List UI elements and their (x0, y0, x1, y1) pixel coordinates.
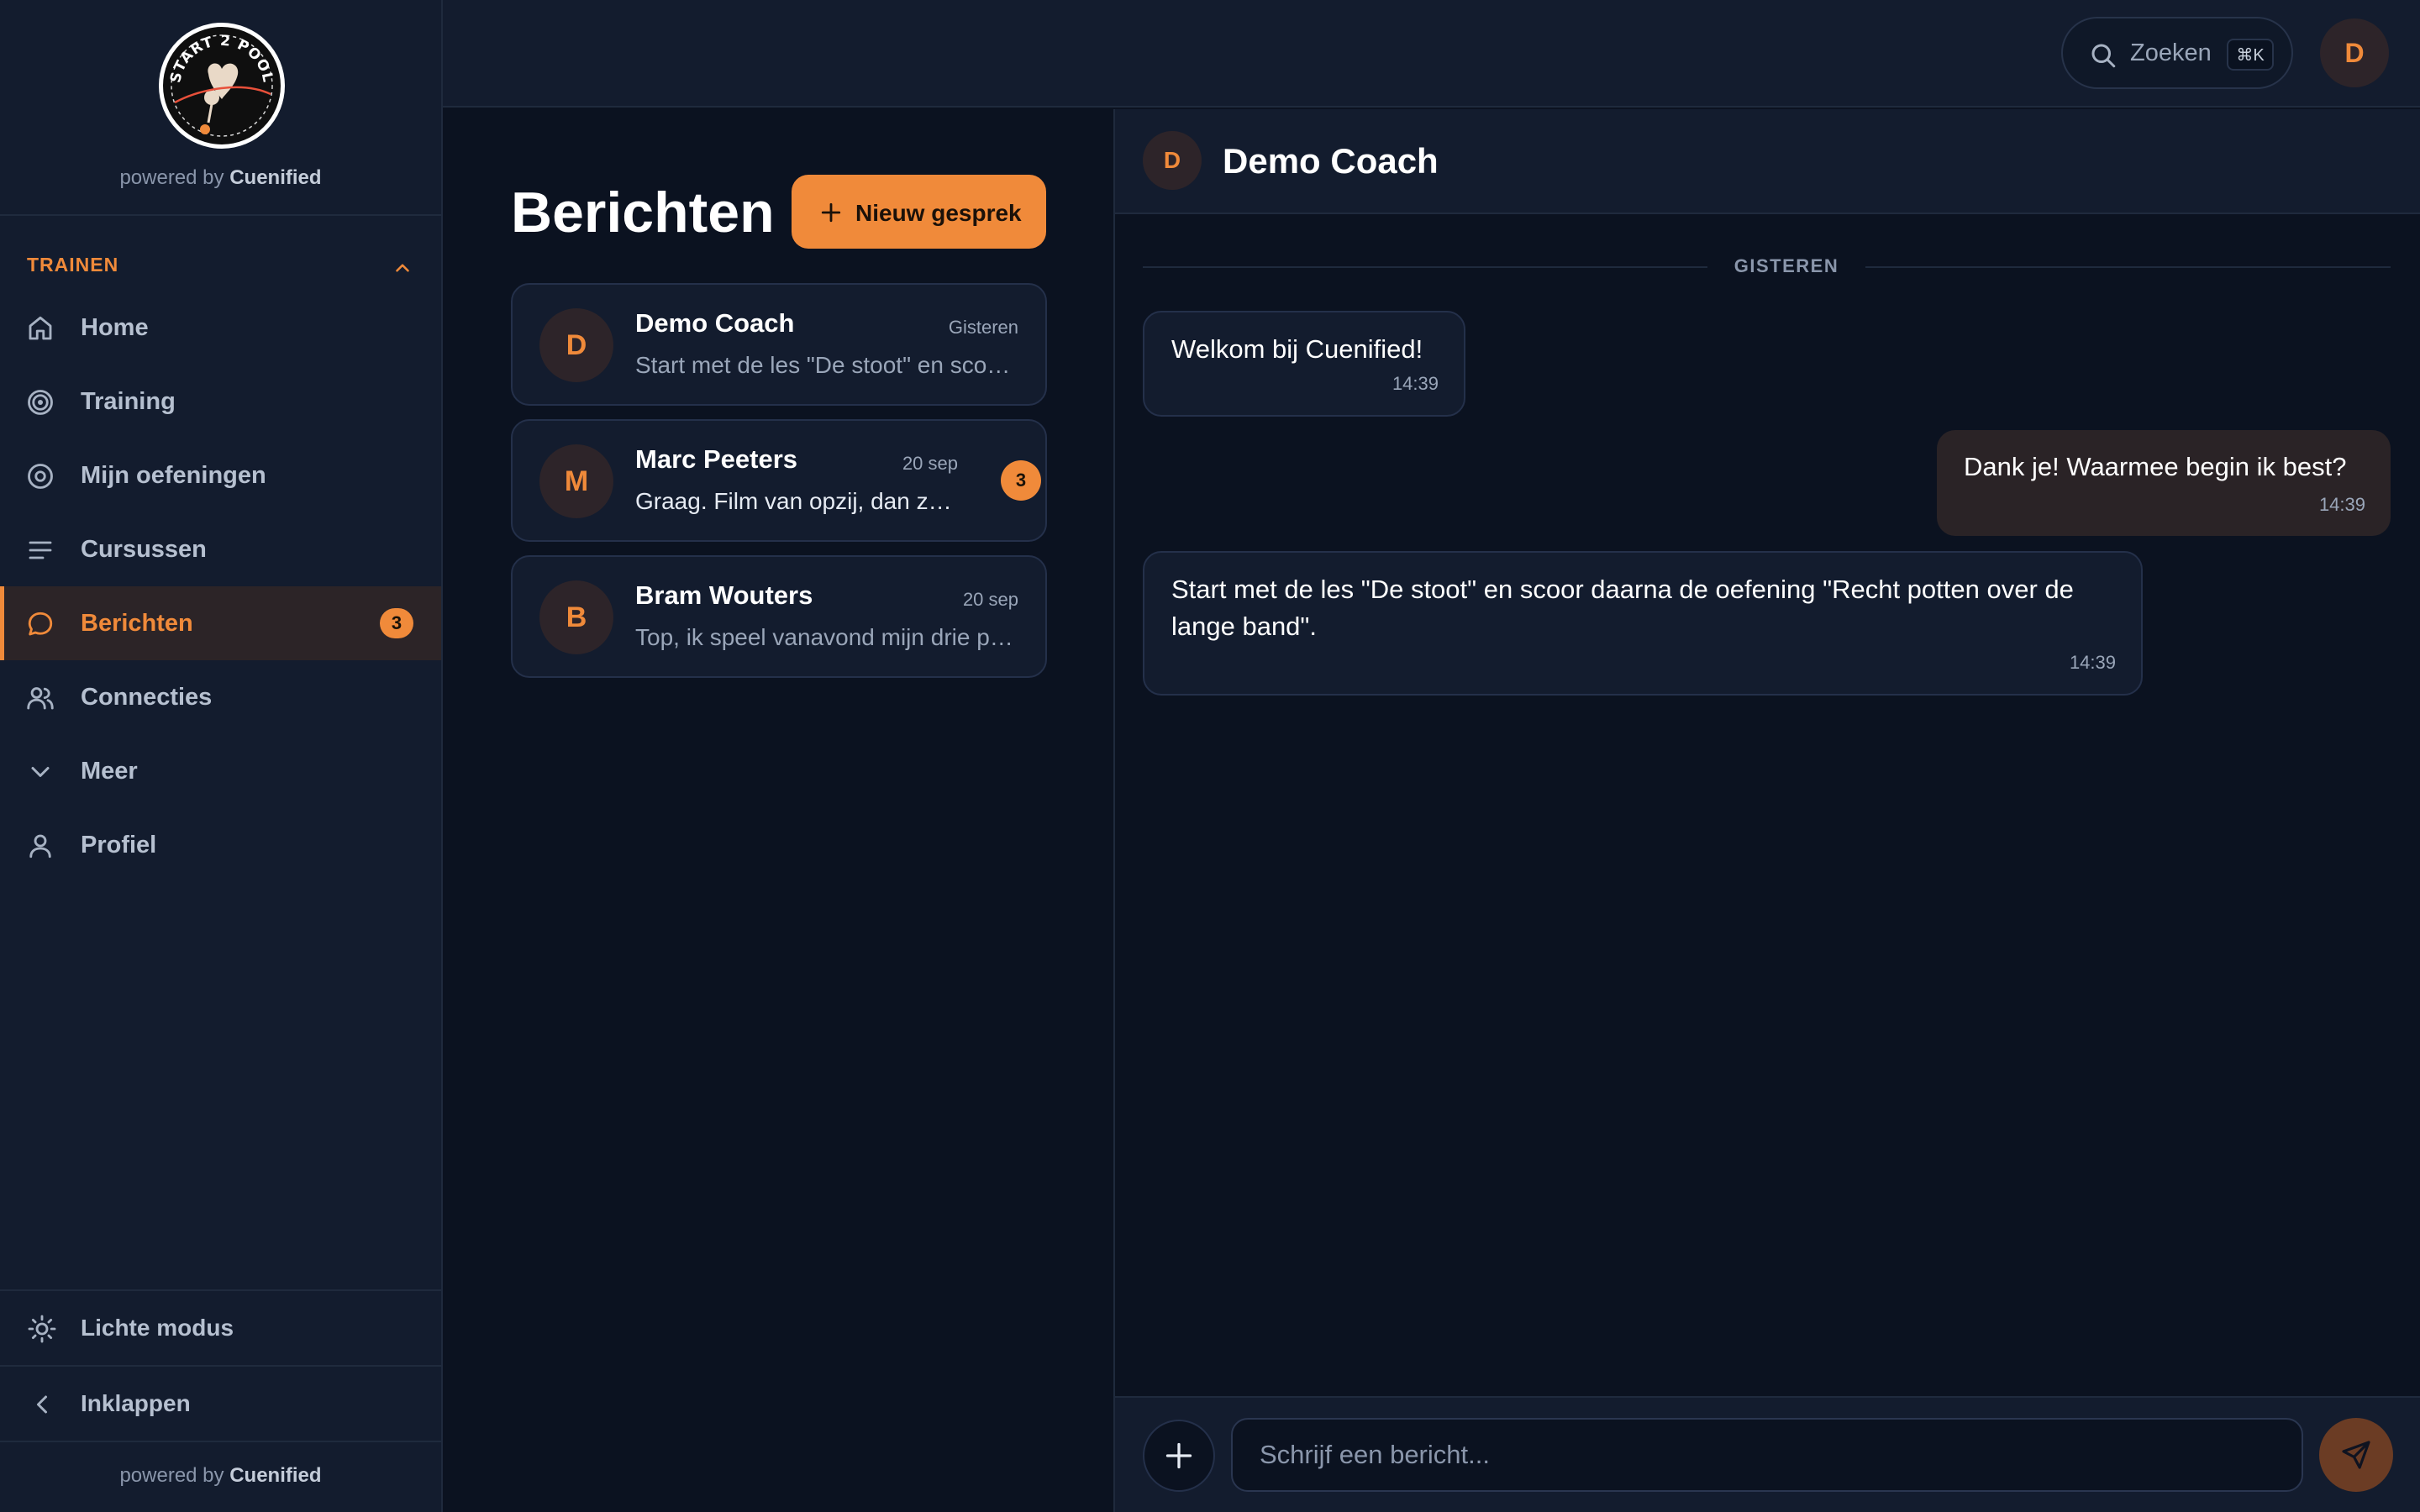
send-button[interactable] (2319, 1418, 2393, 1492)
powered-name: Cuenified (229, 1464, 322, 1487)
start2pool-logo[interactable]: START 2 POOL (158, 22, 286, 150)
collapse-label: Inklappen (81, 1390, 191, 1416)
message-bubble-outgoing: Dank je! Waarmee begin ik best? 14:39 (1937, 430, 2391, 536)
message-icon (28, 612, 53, 636)
message-time: 14:39 (1392, 373, 1439, 394)
sidebar-item-label: Berichten (81, 609, 193, 637)
day-divider: GISTEREN (1143, 254, 2391, 279)
message-time: 14:39 (2318, 494, 2365, 515)
conversation-name: Demo Coach (635, 308, 795, 338)
home-icon (29, 316, 52, 340)
sidebar-item-meer[interactable]: Meer (0, 734, 441, 808)
conversation-preview: Graag. Film van opzij, dan zie ik je sto… (635, 488, 955, 514)
attach-button[interactable] (1143, 1420, 1215, 1492)
target-icon (28, 390, 53, 415)
day-label: GISTEREN (1733, 255, 1839, 276)
users-icon (27, 687, 54, 710)
message-text: Dank je! Waarmee begin ik best? (1964, 452, 2347, 481)
sidebar-item-label: Meer (81, 757, 138, 785)
avatar: M (539, 444, 613, 518)
powered-prefix: powered by (119, 1464, 224, 1487)
unread-badge: 3 (1001, 460, 1041, 501)
divider-line (1865, 266, 2391, 268)
search-button[interactable]: Zoeken ⌘K (2061, 17, 2293, 89)
powered-by: powered by Cuenified (0, 166, 441, 190)
brand-block: START 2 POOL powered by Cuenified (0, 0, 441, 216)
message-time: 14:39 (2069, 652, 2116, 673)
avatar: B (539, 580, 613, 654)
sidebar-item-label: Training (81, 387, 176, 415)
sidebar-item-connecties[interactable]: Connecties (0, 660, 441, 734)
user-avatar[interactable]: D (2320, 18, 2389, 87)
sidebar-item-profiel[interactable]: Profiel (0, 808, 441, 882)
sidebar-item-label: Connecties (81, 683, 213, 711)
unread-badge: 3 (380, 608, 413, 638)
conversation-list-panel: Berichten Nieuw gesprek D Demo Coach Gis… (443, 109, 1115, 1512)
conversation-item[interactable]: B Bram Wouters 20 sep Top, ik speel vana… (511, 555, 1047, 678)
chat-contact-name[interactable]: Demo Coach (1223, 141, 1439, 181)
avatar[interactable]: D (1143, 131, 1202, 190)
conversation-preview: Top, ik speel vanavond mijn drie partije… (635, 624, 1022, 650)
conversation-item[interactable]: D Demo Coach Gisteren Start met de les "… (511, 283, 1047, 406)
conversation-name: Bram Wouters (635, 580, 813, 610)
sidebar-item-label: Home (81, 313, 149, 341)
sidebar-item-cursussen[interactable]: Cursussen (0, 512, 441, 586)
sidebar: START 2 POOL powered by Cuenified TRAINE… (0, 0, 443, 1512)
powered-name: Cuenified (229, 166, 322, 189)
list-icon (29, 541, 52, 559)
top-bar: Zoeken ⌘K D (443, 0, 2420, 108)
message-text: Start met de les "De stoot" en scoor daa… (1171, 575, 2074, 641)
sun-icon (28, 1315, 56, 1343)
chevron-left-icon (37, 1395, 47, 1414)
sidebar-item-training[interactable]: Training (0, 365, 441, 438)
powered-by-footer: powered by Cuenified (0, 1464, 441, 1488)
search-icon (2091, 44, 2116, 68)
send-icon (2342, 1441, 2370, 1469)
chevron-down-icon (31, 767, 50, 777)
conversation-preview: Start met de les "De stoot" en scoor daa… (635, 352, 1022, 378)
new-conversation-label: Nieuw gesprek (855, 200, 1022, 226)
conversation-name: Marc Peeters (635, 444, 798, 474)
user-icon (29, 834, 51, 858)
sidebar-item-label: Profiel (81, 831, 157, 858)
chat-panel: D Demo Coach GISTEREN Welkom bij Cuenifi… (1115, 109, 2420, 1512)
sidebar-item-label: Mijn oefeningen (81, 461, 266, 489)
theme-toggle-button[interactable]: Lichte modus (0, 1289, 441, 1365)
conversation-date: Gisteren (948, 317, 1018, 338)
theme-toggle-label: Lichte modus (81, 1315, 234, 1341)
new-conversation-button[interactable]: Nieuw gesprek (792, 175, 1046, 249)
conversation-date: 20 sep (902, 453, 958, 474)
search-shortcut: ⌘K (2227, 39, 2274, 71)
plus-icon (821, 202, 841, 223)
avatar: D (539, 308, 613, 382)
sidebar-item-berichten[interactable]: Berichten 3 (0, 586, 441, 660)
message-input[interactable] (1231, 1418, 2303, 1492)
conversation-date: 20 sep (962, 589, 1018, 610)
chat-header: D Demo Coach (1115, 109, 2420, 214)
sidebar-item-mijn-oefeningen[interactable]: Mijn oefeningen (0, 438, 441, 512)
circle-dot-icon (28, 464, 53, 489)
sidebar-footer: powered by Cuenified (0, 1441, 441, 1512)
section-title: TRAINEN (27, 254, 119, 276)
message-bubble-incoming: Welkom bij Cuenified! 14:39 (1143, 311, 1465, 417)
sidebar-item-label: Cursussen (81, 535, 207, 563)
plus-icon (1165, 1442, 1192, 1469)
message-bubble-incoming: Start met de les "De stoot" en scoor daa… (1143, 551, 2143, 696)
conversation-item[interactable]: M Marc Peeters 20 sep Graag. Film van op… (511, 419, 1047, 542)
divider-line (1143, 266, 1707, 268)
powered-prefix: powered by (119, 166, 224, 189)
page-title: Berichten (511, 181, 775, 244)
section-toggle-trainen[interactable]: TRAINEN (27, 254, 413, 279)
chevron-up-icon (396, 264, 409, 272)
collapse-sidebar-button[interactable]: Inklappen (0, 1365, 441, 1441)
sidebar-item-home[interactable]: Home (0, 291, 441, 365)
message-composer (1115, 1396, 2420, 1512)
search-label: Zoeken (2130, 39, 2212, 66)
message-text: Welkom bij Cuenified! (1171, 334, 1423, 364)
